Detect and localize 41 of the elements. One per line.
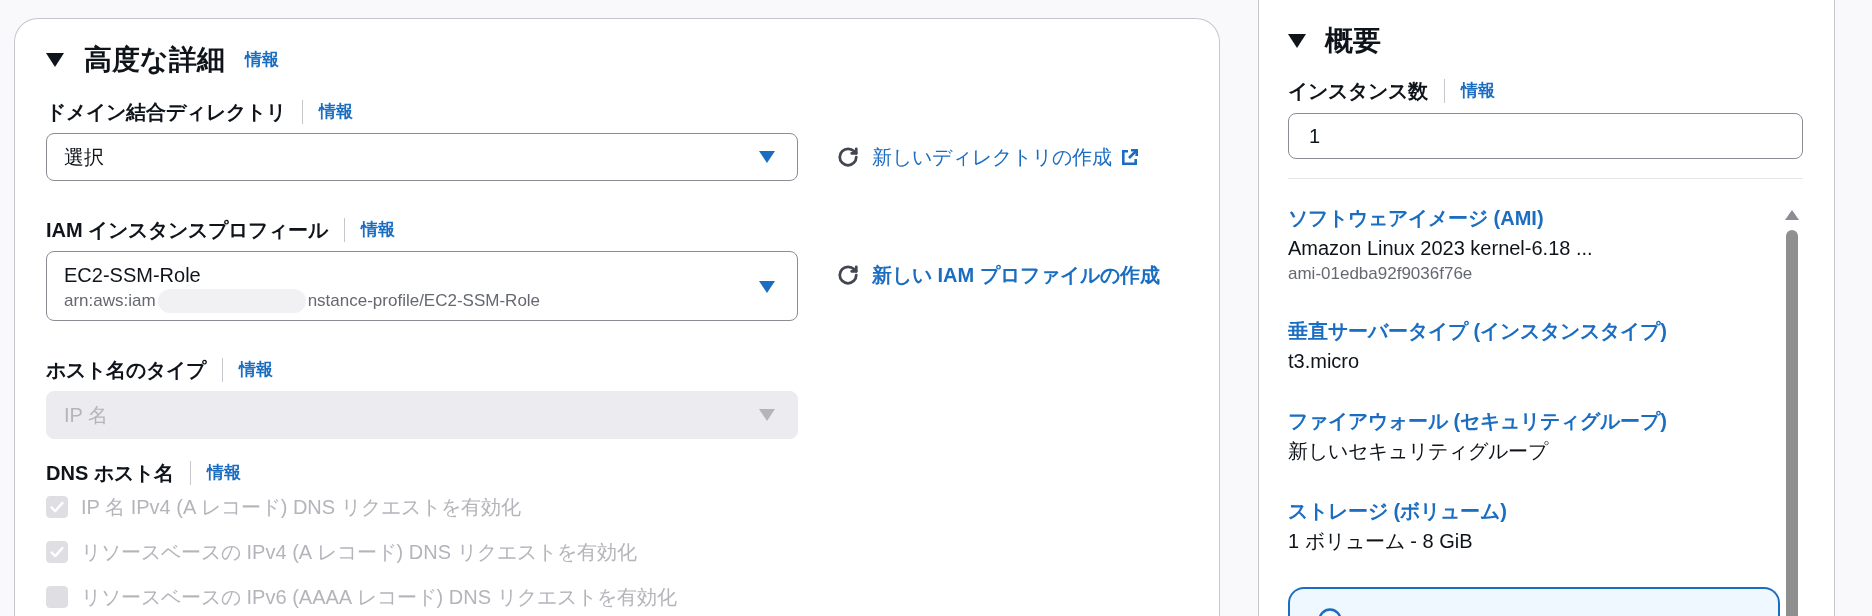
summary-value: Amazon Linux 2023 kernel-6.18 ...	[1288, 236, 1594, 261]
scroll-up-arrow-icon[interactable]	[1785, 210, 1799, 220]
arn-text: nstance-profile/EC2-SSM-Role	[307, 290, 541, 312]
checkbox-label: リソースベースの IPv4 (A レコード) DNS リクエストを有効化	[81, 540, 637, 565]
info-link[interactable]: 情報	[319, 100, 353, 124]
caret-down-icon	[759, 280, 775, 293]
field-label: インスタンス数	[1288, 79, 1428, 104]
scrollbar-thumb[interactable]	[1786, 230, 1798, 616]
field-label: ドメイン結合ディレクトリ	[46, 100, 286, 125]
section-title: 概要	[1325, 24, 1381, 58]
summary-value: t3.micro	[1288, 349, 1361, 374]
section-title: 高度な詳細	[84, 43, 225, 77]
external-link-icon	[1121, 148, 1139, 166]
checkbox-label: IP 名 IPv4 (A レコード) DNS リクエストを有効化	[81, 495, 521, 520]
info-link[interactable]: 情報	[361, 218, 396, 242]
dropdown-select[interactable]: 選択	[46, 133, 798, 181]
summary-link[interactable]: 垂直サーバータイプ (インスタンスタイプ)	[1288, 317, 1780, 345]
info-link[interactable]: 情報	[1461, 79, 1495, 103]
summary-value: 1 ボリューム - 8 GiB	[1288, 529, 1474, 554]
refresh-icon[interactable]	[837, 146, 859, 168]
field-label: DNS ホスト名	[46, 461, 174, 486]
create-link[interactable]: 新しい IAM プロファイルの作成	[872, 261, 1160, 289]
caret-down-icon[interactable]	[46, 53, 64, 67]
summary-link[interactable]: ストレージ (ボリューム)	[1288, 497, 1780, 525]
ami-id-text: ami-01edba92f9036f76e	[1288, 263, 1474, 285]
arn-text: arn:aws:iam	[64, 290, 156, 312]
info-link[interactable]: 情報	[206, 461, 241, 485]
info-link[interactable]: 情報	[245, 48, 279, 72]
caret-down-icon	[759, 409, 775, 421]
caret-down-icon[interactable]	[1288, 34, 1306, 48]
summary-link[interactable]: ソフトウェアイメージ (AMI)	[1288, 204, 1780, 232]
field-label: IAM インスタンスプロフィール	[46, 218, 329, 243]
checkbox-label: リソースベースの IPv6 (AAAA レコード) DNS リクエストを有効化	[81, 585, 677, 610]
refresh-icon[interactable]	[837, 264, 859, 286]
dropdown-select[interactable]: EC2-SSM-Role arn:aws:iam nstance-profile/EC2-SSM-Role	[46, 251, 798, 321]
instance-count-input[interactable]: 1	[1288, 113, 1803, 159]
caret-down-icon	[759, 151, 775, 163]
summary-value: 新しいセキュリティグループ	[1288, 439, 1550, 464]
field-label: ホスト名のタイプ	[46, 358, 206, 383]
create-link[interactable]: 新しいディレクトリの作成	[872, 143, 1139, 171]
summary-link[interactable]: ファイアウォール (セキュリティグループ)	[1288, 407, 1780, 435]
